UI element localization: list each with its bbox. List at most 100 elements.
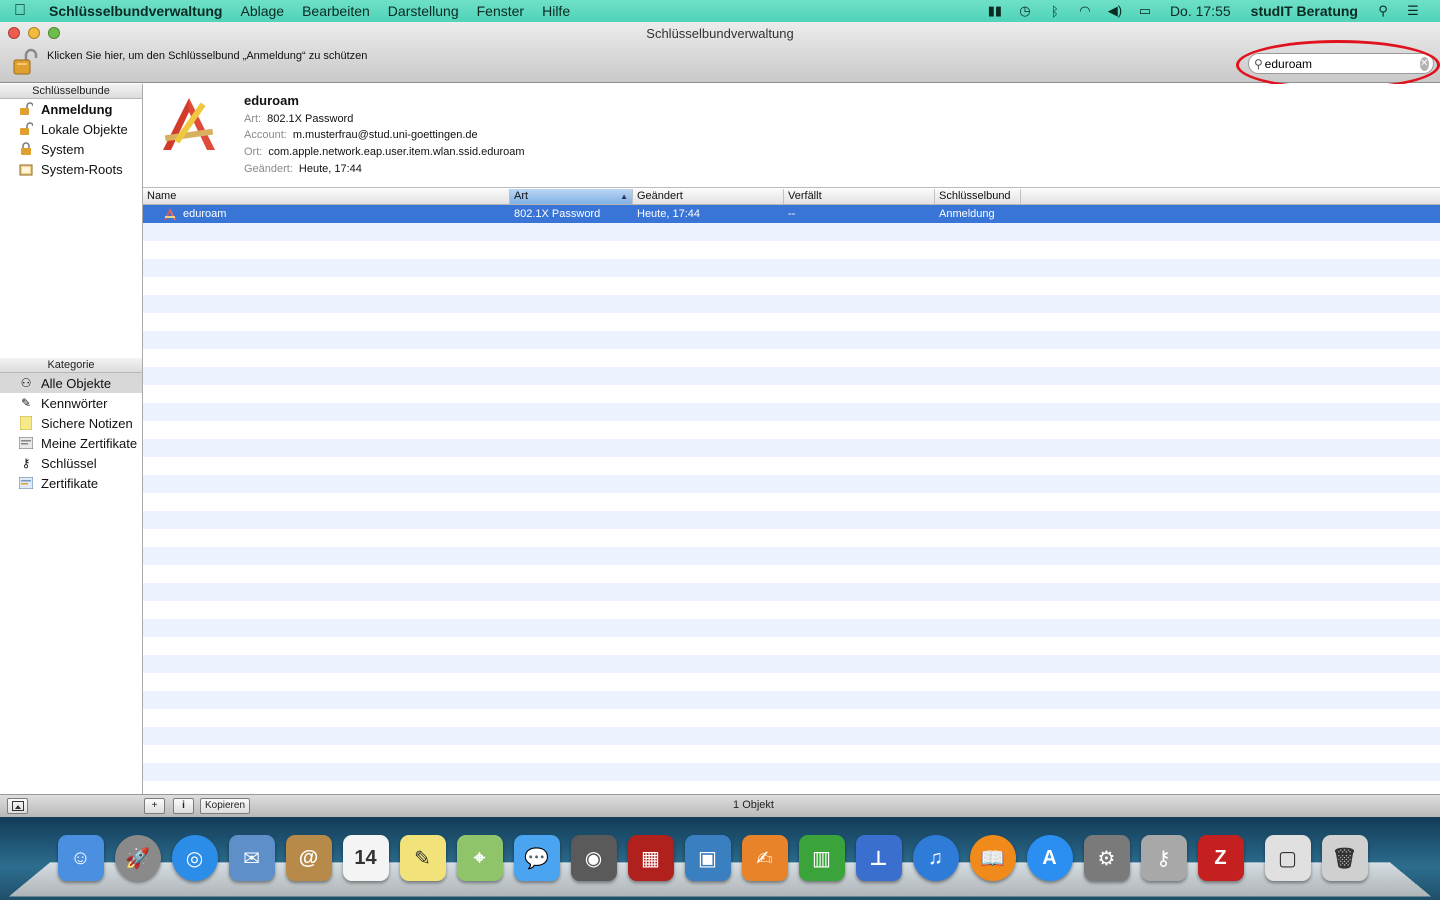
menu-app-name[interactable]: Schlüsselbundverwaltung <box>40 3 231 19</box>
column-header-art[interactable]: Art ▲ <box>510 189 633 204</box>
category-item-zertifikate[interactable]: Zertifikate <box>0 473 142 493</box>
detail-ort-label: Ort: <box>244 146 263 158</box>
empty-row <box>143 727 1440 745</box>
search-input[interactable] <box>1264 56 1420 71</box>
spotlight-icon[interactable]: ⚲ <box>1368 3 1398 19</box>
system-preferences-icon: ⚙ <box>1083 835 1130 881</box>
empty-row <box>143 259 1440 277</box>
dock-item[interactable]: ✉ <box>223 830 280 886</box>
dock-item[interactable]: Z <box>1192 830 1249 886</box>
detail-ort-row: Ort: com.apple.network.eap.user.item.wlan… <box>244 146 525 158</box>
empty-row <box>143 745 1440 763</box>
dock-item[interactable]: ⚙ <box>1078 830 1135 886</box>
menu-fenster[interactable]: Fenster <box>468 3 533 19</box>
column-header-name[interactable]: Name <box>143 189 510 204</box>
sidebar: Schlüsselbunde Anmeldung Lokale Objekte … <box>0 84 143 794</box>
folder-icon <box>18 161 34 177</box>
battery-icon[interactable]: ▮▮ <box>980 3 1010 19</box>
notes-icon: ✎ <box>399 835 446 881</box>
mail-icon: ✉ <box>228 835 275 881</box>
dock-item[interactable]: ▥ <box>793 830 850 886</box>
lock-keychain-button[interactable] <box>12 48 38 76</box>
dock-item[interactable]: 🗑 <box>1316 830 1373 886</box>
dock-item[interactable]: A <box>1021 830 1078 886</box>
volume-icon[interactable]: ◀) <box>1100 3 1130 19</box>
dock-item[interactable]: 📖 <box>964 830 1021 886</box>
bluetooth-icon[interactable]: ᛒ <box>1040 4 1070 19</box>
sidebar-item-lokale-objekte[interactable]: Lokale Objekte <box>0 119 142 139</box>
menu-ablage[interactable]: Ablage <box>231 3 293 19</box>
lock-message[interactable]: Klicken Sie hier, um den Schlüsselbund „… <box>47 50 367 62</box>
category-item-kennwoerter[interactable]: ✎ Kennwörter <box>0 393 142 413</box>
menu-darstellung[interactable]: Darstellung <box>379 3 468 19</box>
empty-row <box>143 403 1440 421</box>
category-item-schluessel[interactable]: ⚷ Schlüssel <box>0 453 142 473</box>
category-item-label: Schlüssel <box>41 455 97 471</box>
itunes-icon: ♫ <box>912 835 959 881</box>
maps-icon: ⌖ <box>456 835 503 881</box>
apple-menu-icon[interactable]:  <box>0 2 40 20</box>
applications-folder-icon: ▢ <box>1264 835 1311 881</box>
all-items-icon: ⚇ <box>20 376 32 390</box>
dock-item[interactable]: ⊥ <box>850 830 907 886</box>
empty-row <box>143 457 1440 475</box>
detail-account-row: Account: m.musterfrau@stud.uni-goettingen… <box>244 129 478 141</box>
empty-row <box>143 691 1440 709</box>
clear-search-icon[interactable]: ✕ <box>1419 56 1429 71</box>
empty-row <box>143 655 1440 673</box>
row-verfaellt-cell: -- <box>788 208 796 220</box>
dock-item[interactable]: 🚀 <box>109 830 166 886</box>
wifi-icon[interactable]: ◠ <box>1070 3 1100 19</box>
dock-item[interactable]: ☺ <box>52 830 109 886</box>
messages-icon: 💬 <box>513 835 560 881</box>
dock-item[interactable]: ♫ <box>907 830 964 886</box>
column-header-schluesselbund[interactable]: Schlüsselbund <box>935 189 1021 204</box>
empty-row <box>143 763 1440 781</box>
dock-item[interactable]: ✍ <box>736 830 793 886</box>
category-item-sichere-notizen[interactable]: Sichere Notizen <box>0 413 142 433</box>
category-item-alle-objekte[interactable]: ⚇ Alle Objekte <box>0 373 142 393</box>
empty-row <box>143 475 1440 493</box>
dock-item[interactable]: ⚷ <box>1135 830 1192 886</box>
dock-item[interactable]: ◉ <box>565 830 622 886</box>
menu-hilfe[interactable]: Hilfe <box>533 3 579 19</box>
menu-clock[interactable]: Do. 17:55 <box>1160 3 1241 19</box>
detail-art-label: Art: <box>244 113 262 125</box>
column-header-verfaellt[interactable]: Verfällt <box>784 189 935 204</box>
sidebar-item-system-roots[interactable]: System-Roots <box>0 159 142 179</box>
dock-item[interactable]: ▣ <box>679 830 736 886</box>
dock-item[interactable]: @ <box>280 830 337 886</box>
safari-icon: ◎ <box>171 835 218 881</box>
dock-item[interactable]: ▦ <box>622 830 679 886</box>
empty-row <box>143 511 1440 529</box>
dock-item[interactable]: 14 <box>337 830 394 886</box>
window-title: Schlüsselbundverwaltung <box>646 26 794 41</box>
items-table: Name Art ▲ Geändert Verfällt Schlüsselbu… <box>143 189 1440 794</box>
time-machine-icon[interactable]: ◷ <box>1010 3 1040 19</box>
contacts-icon: @ <box>285 835 332 881</box>
certificate-icon <box>18 475 34 491</box>
empty-row <box>143 565 1440 583</box>
lock-open-icon <box>18 121 34 137</box>
table-row[interactable]: eduroam 802.1X Password Heute, 17:44 -- … <box>143 205 1440 223</box>
empty-row <box>143 367 1440 385</box>
dock-item[interactable]: ◎ <box>166 830 223 886</box>
dock-item[interactable]: ⌖ <box>451 830 508 886</box>
row-geaendert-cell: Heute, 17:44 <box>637 208 700 220</box>
battery-status-icon[interactable]: ▭ <box>1130 3 1160 19</box>
menu-bearbeiten[interactable]: Bearbeiten <box>293 3 379 19</box>
menu-user[interactable]: studIT Beratung <box>1241 3 1368 19</box>
dock-item[interactable]: ▢ <box>1259 830 1316 886</box>
dock-item[interactable]: ✎ <box>394 830 451 886</box>
search-field[interactable]: ⚲ ✕ <box>1248 53 1434 74</box>
column-header-geaendert[interactable]: Geändert <box>633 189 784 204</box>
detail-geaendert-value: Heute, 17:44 <box>298 163 362 175</box>
sidebar-item-anmeldung[interactable]: Anmeldung <box>0 99 142 119</box>
empty-row <box>143 547 1440 565</box>
category-item-meine-zertifikate[interactable]: Meine Zertifikate <box>0 433 142 453</box>
dock-item[interactable]: 💬 <box>508 830 565 886</box>
facetime-icon: ◉ <box>570 835 617 881</box>
category-section: Kategorie ⚇ Alle Objekte ✎ Kennwörter Si… <box>0 358 142 493</box>
notification-center-icon[interactable]: ☰ <box>1398 3 1428 19</box>
sidebar-item-system[interactable]: System <box>0 139 142 159</box>
